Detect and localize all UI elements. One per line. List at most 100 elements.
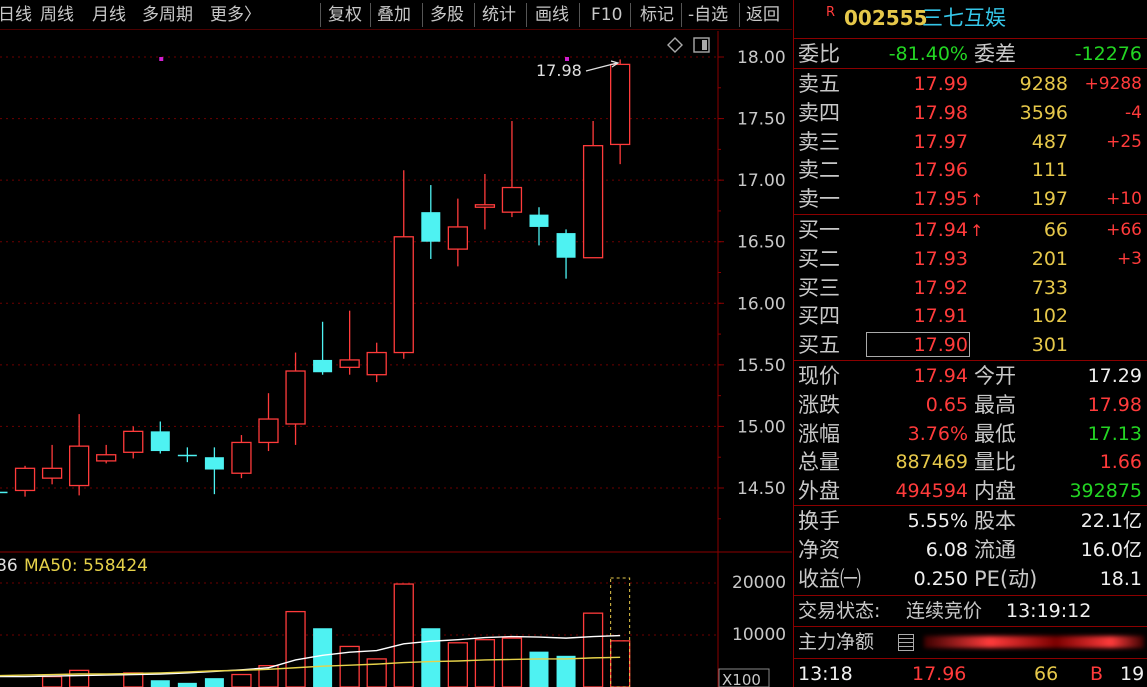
toolbar-item-12[interactable]: -自选: [688, 4, 728, 26]
sell-row[interactable]: 卖五 17.99 9288 +9288: [794, 70, 1147, 99]
stat-value: 0.65: [925, 393, 968, 416]
stat-value: 1.66: [1099, 451, 1142, 474]
stock-code: 002555: [844, 6, 928, 30]
event-marker[interactable]: [159, 57, 164, 61]
buy-label: 买三: [798, 275, 840, 300]
trade-status-row: 交易状态: 连续竞价 13:19:12: [794, 597, 1147, 626]
selected-price-box[interactable]: [866, 332, 970, 357]
toolbar-separator: [320, 3, 321, 27]
sell-row[interactable]: 卖二 17.96 111: [794, 156, 1147, 185]
weicha-value: -12276: [1074, 43, 1142, 65]
sell-change: -4: [1125, 102, 1142, 123]
volume-tick-10000: 10000: [732, 625, 786, 645]
fundamental-value: 6.08: [925, 538, 968, 561]
volume-bar: [41, 675, 63, 687]
stat-row: 现价 17.94 今开 17.29: [794, 362, 1147, 391]
buy-row[interactable]: 买三 17.92 733: [794, 274, 1147, 303]
chart-toolbar: 日线 周线 月线 多周期 更多〉 复权 叠加 多股 统计 画线 F10 标记 -自选 返回: [0, 0, 792, 30]
toolbar-item-2[interactable]: 月线: [92, 4, 126, 26]
stat-row: 外盘 494594 内盘 392875: [794, 477, 1147, 506]
stat-label: 内盘: [974, 479, 1016, 504]
sell-price: 17.95: [913, 188, 968, 211]
main-flow-row: 主力净额: [794, 628, 1147, 657]
weibi-label: 委比: [798, 42, 840, 66]
sell-volume: 111: [1031, 159, 1068, 182]
toolbar-item-13[interactable]: 返回: [746, 4, 780, 26]
volume-bar: [529, 651, 549, 687]
buy-price: 17.94: [913, 219, 968, 241]
sell-change: +9288: [1084, 74, 1142, 94]
toolbar-separator: [474, 3, 475, 27]
tick-side: B: [1090, 663, 1104, 685]
sell-volume: 197: [1031, 188, 1068, 211]
toolbar-item-8[interactable]: 统计: [482, 4, 516, 26]
volume-bar: [177, 682, 197, 687]
stat-value: 17.94: [913, 365, 968, 387]
weibi-row: 委比 -81.40% 委差 -12276: [794, 40, 1147, 69]
toolbar-item-0[interactable]: 日线: [0, 4, 32, 26]
volume-bar: [582, 612, 604, 687]
toolbar-item-4[interactable]: 更多〉: [210, 4, 261, 26]
stat-row: 总量 887469 量比 1.66: [794, 448, 1147, 477]
volume-bar: [204, 678, 224, 687]
volume-unit: X100: [722, 671, 761, 687]
buy-price: 17.92: [913, 276, 968, 299]
price-tick-label: 16.50: [737, 233, 786, 253]
buy-row[interactable]: 买一 17.94 ↑ 66 +66: [794, 216, 1147, 245]
toolbar-item-11[interactable]: 标记: [640, 4, 674, 26]
toolbar-item-10[interactable]: F10: [591, 4, 622, 26]
volume-bar: [69, 669, 90, 687]
ma-legend-prefix: 86: [0, 556, 18, 576]
sell-row[interactable]: 卖三 17.97 487 +25: [794, 128, 1147, 157]
stat-label: 外盘: [798, 479, 840, 504]
stat-value: 17.98: [1087, 393, 1142, 416]
list-icon[interactable]: [898, 634, 914, 651]
price-tick-label: 18.00: [737, 48, 786, 68]
sell-arrow-icon: ↑: [970, 190, 984, 210]
toolbar-item-6[interactable]: 叠加: [377, 4, 411, 26]
stat-label: 量比: [974, 450, 1016, 475]
buy-label: 买一: [798, 218, 840, 242]
sell-row[interactable]: 卖四 17.98 3596 -4: [794, 99, 1147, 128]
stat-row: 涨幅 3.76% 最低 17.13: [794, 420, 1147, 449]
toolbar-item-5[interactable]: 复权: [328, 4, 362, 26]
sell-volume: 9288: [1019, 73, 1068, 95]
fundamental-row: 收益㈠ 0.250 PE(动) 18.1: [794, 565, 1147, 594]
fundamental-label: 收益㈠: [798, 566, 861, 591]
toolbar-item-7[interactable]: 多股: [430, 4, 464, 26]
fundamental-label: PE(动): [974, 566, 1038, 591]
toolbar-item-9[interactable]: 画线: [535, 4, 569, 26]
toolbar-separator: [681, 3, 682, 27]
buy-volume: 733: [1031, 276, 1068, 299]
volume-bar: [610, 640, 631, 687]
buy-row[interactable]: 买五 17.90 301: [794, 331, 1147, 360]
financing-flag: R: [826, 5, 836, 20]
fundamental-value: 22.1亿: [1080, 510, 1142, 532]
quote-panel: R 002555 三七互娱 委比 -81.40% 委差 -12276 卖五 17.…: [793, 0, 1147, 687]
sell-volume: 487: [1031, 130, 1068, 153]
toolbar-separator: [422, 3, 423, 27]
price-tick-label: 17.00: [737, 171, 786, 191]
tick-price: 17.96: [912, 663, 967, 685]
stat-label: 总量: [798, 450, 840, 475]
stat-label: 涨幅: [798, 421, 840, 446]
stock-name[interactable]: 三七互娱: [922, 4, 1006, 33]
toolbar-item-1[interactable]: 周线: [40, 4, 74, 26]
toolbar-separator: [739, 3, 740, 27]
volume-bar: [447, 642, 469, 687]
buy-row[interactable]: 买四 17.91 102: [794, 302, 1147, 331]
weicha-label: 委差: [974, 42, 1016, 66]
stat-value: 392875: [1069, 480, 1142, 503]
buy-label: 买二: [798, 246, 840, 271]
sell-price: 17.98: [913, 101, 968, 124]
trade-status-label: 交易状态:: [798, 600, 881, 622]
buy-row[interactable]: 买二 17.93 201 +3: [794, 245, 1147, 274]
sell-row[interactable]: 卖一 17.95 ↑ 197 +10: [794, 185, 1147, 214]
buy-volume: 201: [1031, 247, 1068, 270]
kline-chart[interactable]: 18.00 17.50 17.00 16.50 16.00 15.50 15.00 14.50…: [0, 31, 792, 687]
toolbar-item-3[interactable]: 多周期: [142, 4, 193, 26]
fundamental-row: 净资 6.08 流通 16.0亿: [794, 536, 1147, 565]
buy-label: 买四: [798, 304, 840, 329]
sell-change: +10: [1106, 189, 1142, 210]
stat-value: 887469: [895, 451, 968, 474]
